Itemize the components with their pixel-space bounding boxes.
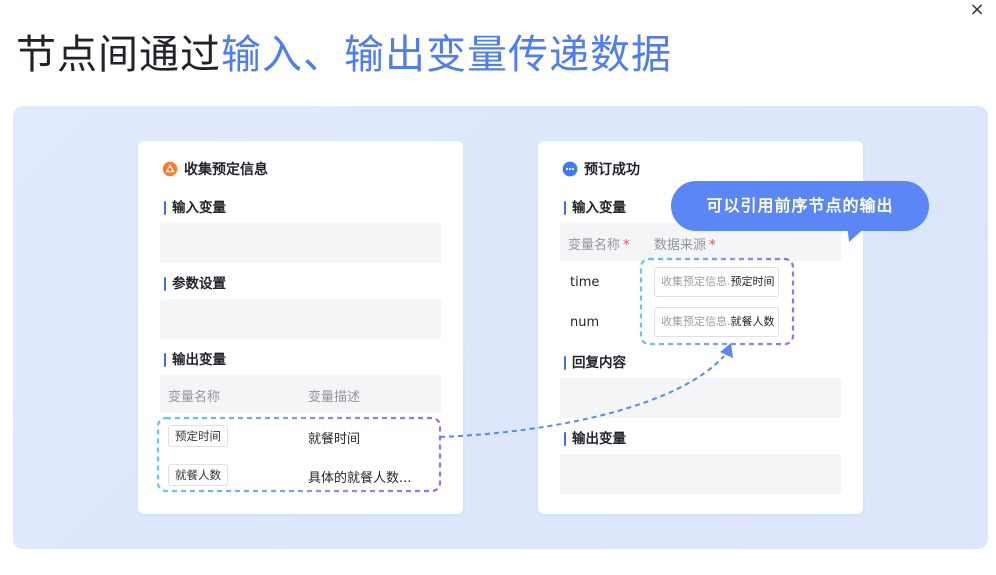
column-header-var-name: 变量名称 xyxy=(168,390,221,405)
card-title-success: 预订成功 xyxy=(562,159,640,179)
input-var-name: time xyxy=(570,275,600,290)
reply-content-area[interactable] xyxy=(560,378,841,418)
title-dark-part: 节点间通过 xyxy=(16,32,221,78)
section-output-variables: 输出变量 xyxy=(164,351,226,369)
output-variables-area[interactable] xyxy=(560,454,841,494)
input-variables-area[interactable] xyxy=(160,223,441,263)
section-input-variables: 输入变量 xyxy=(164,199,226,217)
page-title: 节点间通过输入、输出变量传递数据 xyxy=(16,26,672,84)
output-var-description: 具体的就餐人数... xyxy=(308,471,412,486)
data-source-reference-field[interactable]: 收集预定信息.就餐人数 xyxy=(654,307,779,337)
parameter-settings-area[interactable] xyxy=(160,299,441,339)
section-reply-content: 回复内容 xyxy=(564,354,626,372)
output-var-description: 就餐时间 xyxy=(308,432,361,447)
section-parameter-settings: 参数设置 xyxy=(164,275,226,293)
node-card-collect: 收集预定信息 输入变量 参数设置 输出变量 变量名称 变量描述 预定时间 就餐时… xyxy=(138,141,463,514)
section-output-variables: 输出变量 xyxy=(564,430,626,448)
section-input-variables: 输入变量 xyxy=(564,199,626,217)
column-header-var-name: 变量名称 * xyxy=(568,238,630,253)
card-title-text: 预订成功 xyxy=(584,162,640,178)
output-var-name-tag[interactable]: 就餐人数 xyxy=(168,464,228,486)
column-header-data-source: 数据来源 * xyxy=(654,238,716,253)
input-var-name: num xyxy=(570,315,600,330)
data-source-reference-field[interactable]: 收集预定信息.预定时间 xyxy=(654,267,779,297)
chat-bubble-icon xyxy=(562,161,578,177)
card-title-collect: 收集预定信息 xyxy=(162,159,268,179)
reference-tooltip: 可以引用前序节点的输出 xyxy=(671,181,929,231)
column-header-var-desc: 变量描述 xyxy=(308,390,361,405)
close-icon: × xyxy=(969,0,985,20)
title-highlight-part: 输入、输出变量传递数据 xyxy=(221,32,672,78)
card-title-text: 收集预定信息 xyxy=(184,162,268,178)
close-button[interactable]: × xyxy=(964,0,990,20)
output-var-name-tag[interactable]: 预定时间 xyxy=(168,425,228,447)
node-gateway-icon xyxy=(162,161,178,177)
